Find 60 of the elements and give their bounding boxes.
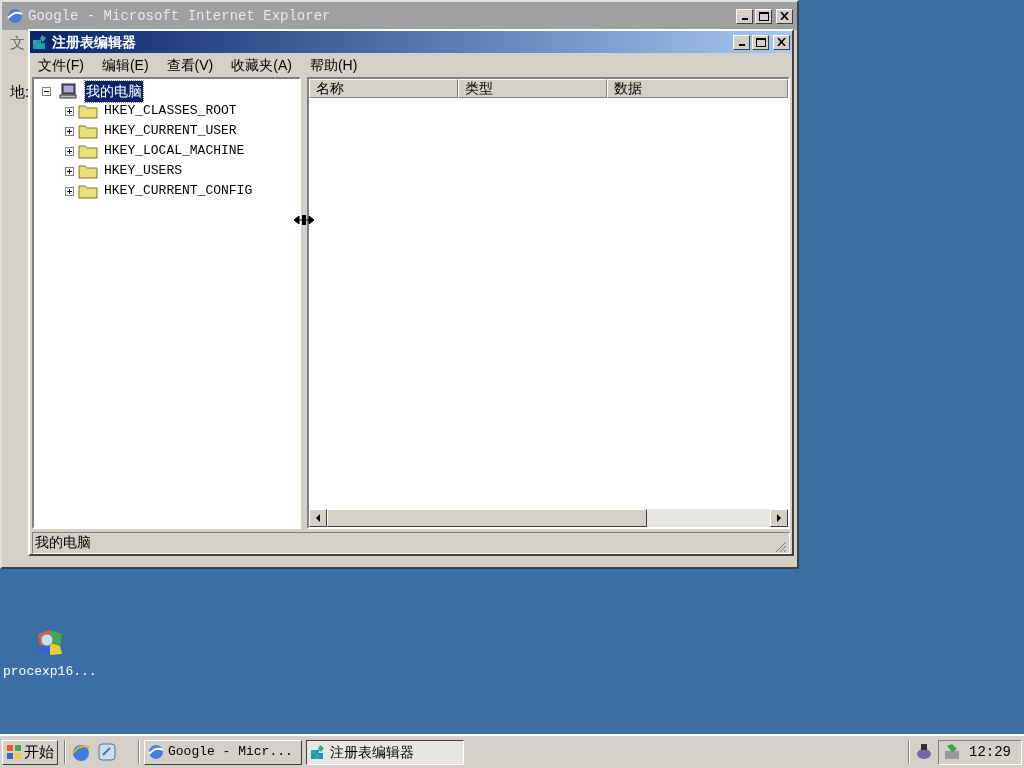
status-text: 我的电脑 <box>35 533 91 552</box>
expand-icon[interactable] <box>65 166 74 176</box>
taskbar-button[interactable]: Google - Micr... <box>144 739 302 765</box>
scroll-thumb[interactable] <box>327 509 647 527</box>
start-button[interactable]: 开始 <box>2 739 58 765</box>
window-title: Google - Microsoft Internet Explorer <box>28 6 331 26</box>
folder-icon <box>78 103 98 119</box>
column-header[interactable]: 名称 <box>309 79 458 98</box>
expand-icon[interactable] <box>65 186 74 196</box>
windows-logo-icon <box>6 744 22 760</box>
expand-icon[interactable] <box>65 146 74 156</box>
collapse-icon[interactable] <box>42 86 51 96</box>
icon-label[interactable]: procexp16... <box>3 662 97 682</box>
folder-icon <box>78 123 98 139</box>
tree-item[interactable]: HKEY_CLASSES_ROOT <box>104 101 237 121</box>
expand-icon[interactable] <box>65 126 74 136</box>
resize-cursor-icon <box>294 215 314 225</box>
scroll-right-button[interactable] <box>770 509 788 527</box>
minimize-button[interactable] <box>733 34 750 50</box>
menu-item[interactable]: 文件(F) <box>38 54 84 76</box>
close-icon <box>777 38 786 46</box>
right-arrow-icon <box>776 514 782 522</box>
registry-icon <box>32 34 48 50</box>
address-label: 地: <box>10 81 30 102</box>
registry-icon <box>310 744 326 760</box>
column-header[interactable]: 数据 <box>607 79 788 98</box>
tree-item[interactable]: HKEY_LOCAL_MACHINE <box>104 141 245 161</box>
tree-item[interactable]: HKEY_CURRENT_CONFIG <box>104 181 253 201</box>
close-button[interactable] <box>773 34 790 50</box>
globe-icon <box>148 744 164 760</box>
tree-item[interactable]: HKEY_CURRENT_USER <box>104 121 237 141</box>
taskbar-button[interactable]: 注册表编辑器 <box>306 739 464 765</box>
desktop-shortcut-icon[interactable] <box>96 741 118 763</box>
left-arrow-icon <box>315 514 321 522</box>
window-title: 注册表编辑器 <box>52 32 136 52</box>
horizontal-scrollbar[interactable] <box>309 509 788 527</box>
folder-icon <box>78 143 98 159</box>
maximize-icon <box>758 11 769 21</box>
folder-icon <box>78 163 98 179</box>
menu-item[interactable]: 收藏夹(A) <box>231 54 292 76</box>
menu-item[interactable]: 帮助(H) <box>309 54 358 76</box>
minimize-button[interactable] <box>736 8 753 24</box>
close-button[interactable] <box>776 8 793 24</box>
network-icon[interactable] <box>914 742 934 762</box>
expand-icon[interactable] <box>65 106 74 116</box>
globe-icon <box>6 7 24 25</box>
maximize-icon <box>755 37 766 47</box>
clock: 12:29 <box>969 742 1012 762</box>
menu-item[interactable]: 查看(V) <box>166 54 214 76</box>
folder-icon <box>78 183 98 199</box>
computer-icon <box>59 83 77 99</box>
maximize-button[interactable] <box>755 8 772 24</box>
tree-item[interactable]: HKEY_USERS <box>104 161 182 181</box>
close-icon <box>780 12 789 20</box>
menu-item[interactable]: 编辑(E) <box>101 54 149 76</box>
maximize-button[interactable] <box>752 34 769 50</box>
tree-item[interactable]: 我的电脑 <box>85 80 143 102</box>
scroll-left-button[interactable] <box>309 509 327 527</box>
column-header[interactable]: 类型 <box>458 79 607 98</box>
menu-item[interactable]: 文 <box>10 32 25 55</box>
